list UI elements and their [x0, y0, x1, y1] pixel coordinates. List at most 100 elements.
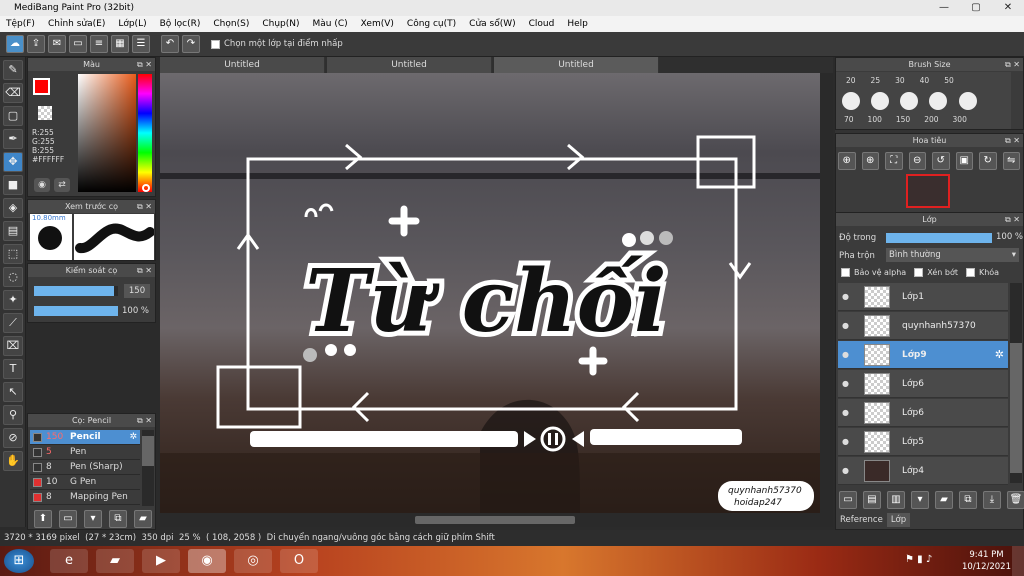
layer-row[interactable]: ● Lớp4 — [838, 457, 1008, 485]
menu-filter[interactable]: Bộ lọc(R) — [160, 19, 201, 29]
layer-row[interactable]: ● quynhanh57370 — [838, 312, 1008, 340]
grid-icon[interactable]: ▦ — [111, 35, 129, 53]
maximize-button[interactable]: ▢ — [960, 0, 992, 16]
brush-size-70[interactable]: 70 — [844, 115, 854, 124]
delete-icon[interactable]: 🗑 — [1007, 491, 1024, 509]
eye-icon[interactable]: ● — [842, 428, 849, 456]
share-icon[interactable]: ⇪ — [27, 35, 45, 53]
panel-close-icon[interactable]: ⧉ ✕ — [137, 58, 152, 71]
brush-item-pen[interactable]: 5 Pen — [30, 445, 140, 460]
transparent-swatch[interactable] — [38, 106, 52, 120]
tab-untitled-2[interactable]: Untitled — [327, 57, 492, 73]
folder-icon[interactable]: ▰ — [134, 510, 152, 528]
brush-size-20[interactable]: 20 — [846, 76, 856, 85]
brush-size-30[interactable]: 30 — [895, 76, 905, 85]
brush-size-100[interactable]: 100 — [868, 115, 882, 124]
gear-icon[interactable]: ✲ — [129, 430, 137, 445]
brush-size-value[interactable]: 150 — [124, 284, 150, 298]
opera-icon[interactable]: O — [280, 549, 318, 573]
brush-item-g-pen[interactable]: 10 G Pen — [30, 475, 140, 490]
eye-icon[interactable]: ● — [842, 370, 849, 398]
close-button[interactable]: ✕ — [992, 0, 1024, 16]
cloud-icon[interactable]: ☁ — [6, 35, 24, 53]
magic-wand-icon[interactable]: ✦ — [3, 290, 23, 310]
fill-rect-icon[interactable]: ■ — [3, 175, 23, 195]
new-brush-icon[interactable]: ▭ — [59, 510, 77, 528]
brush-size-40[interactable]: 40 — [920, 76, 930, 85]
duplicate-icon[interactable]: ⧉ — [959, 491, 977, 509]
menu-view[interactable]: Xem(V) — [361, 19, 394, 29]
menu-select[interactable]: Chọn(S) — [213, 19, 249, 29]
rect-tool-icon[interactable]: ▢ — [3, 106, 23, 126]
hue-handle[interactable] — [142, 184, 150, 192]
swap-color-icon[interactable]: ⇄ — [54, 178, 70, 192]
tray-icons[interactable]: ⚑ ▮ ♪ — [905, 554, 932, 565]
brush-list-scrollbar[interactable] — [142, 430, 154, 506]
move-tool-icon[interactable]: ✥ — [3, 152, 23, 172]
primary-color-swatch[interactable] — [33, 78, 50, 95]
lock-checkbox[interactable] — [965, 268, 975, 277]
menu-file[interactable]: Tệp(F) — [6, 19, 35, 29]
zoom-in-icon[interactable]: ⊕ — [838, 152, 856, 170]
operation-icon[interactable]: ↖ — [3, 382, 23, 402]
brush-tool-icon[interactable]: ✎ — [3, 60, 23, 80]
eye-icon[interactable]: ● — [842, 341, 849, 369]
hue-slider[interactable] — [138, 74, 152, 192]
copy-brush-icon[interactable]: ⧉ — [109, 510, 127, 528]
tab-layer[interactable]: Lớp — [886, 513, 911, 527]
brush-size-300[interactable]: 300 — [953, 115, 967, 124]
brush-menu-icon[interactable]: ▾ — [84, 510, 102, 528]
comment-icon[interactable]: ✉ — [48, 35, 66, 53]
eye-icon[interactable]: ● — [842, 457, 849, 485]
hand-icon[interactable]: ✋ — [3, 451, 23, 471]
vertical-scrollbar[interactable] — [820, 73, 833, 513]
panel-close-icon[interactable]: ⧉ ✕ — [137, 264, 152, 277]
tab-untitled-1[interactable]: Untitled — [160, 57, 325, 73]
undo-icon[interactable]: ↶ — [161, 35, 179, 53]
eyedropper-icon[interactable]: ⚲ — [3, 405, 23, 425]
tab-reference[interactable]: Reference — [836, 513, 887, 527]
brush-size-25[interactable]: 25 — [871, 76, 881, 85]
brush-size-slider[interactable] — [34, 286, 118, 296]
fit-icon[interactable]: ⛶ — [885, 152, 903, 170]
ie-icon[interactable]: e — [50, 549, 88, 573]
zoom-in-alt-icon[interactable]: ⊕ — [861, 152, 879, 170]
menu-snap[interactable]: Chụp(N) — [262, 19, 299, 29]
palette-icon[interactable]: ◉ — [34, 178, 50, 192]
media-player-icon[interactable]: ▶ — [142, 549, 180, 573]
layer-row-selected[interactable]: ● Lớp9 ✲ — [838, 341, 1008, 369]
eye-icon[interactable]: ● — [842, 312, 849, 340]
new-layer-icon[interactable]: ▭ — [839, 491, 857, 509]
start-button-icon[interactable]: ⊞ — [4, 549, 34, 573]
lasso-icon[interactable]: ◌ — [3, 267, 23, 287]
navigator-thumbnail[interactable] — [906, 174, 950, 208]
text-tool-icon[interactable]: T — [3, 359, 23, 379]
fullscreen-icon[interactable]: ▣ — [955, 152, 973, 170]
page-icon[interactable]: ▭ — [69, 35, 87, 53]
horizontal-scrollbar[interactable] — [160, 513, 833, 527]
show-desktop-button[interactable] — [1012, 546, 1024, 576]
drawing-canvas[interactable]: Từ chối quynhanh57370 hoidap247 — [160, 73, 820, 513]
clipping-checkbox[interactable] — [914, 268, 924, 277]
layer-menu-icon[interactable]: ▾ — [911, 491, 929, 509]
eraser-tool-icon[interactable]: ⌫ — [3, 83, 23, 103]
panel-close-icon[interactable]: ⧉ ✕ — [137, 200, 152, 213]
layer-opacity-slider[interactable] — [886, 233, 992, 243]
folder-icon[interactable]: ▰ — [935, 491, 953, 509]
gear-icon[interactable]: ✲ — [995, 341, 1004, 369]
blend-mode-select[interactable]: Bình thường ▾ — [886, 248, 1019, 262]
panel-close-icon[interactable]: ⧉ ✕ — [1005, 213, 1020, 226]
select-layer-checkbox[interactable] — [211, 39, 220, 49]
brush-size-150[interactable]: 150 — [896, 115, 910, 124]
panel-close-icon[interactable]: ⧉ ✕ — [1005, 58, 1020, 71]
eye-icon[interactable]: ● — [842, 399, 849, 427]
brush-size-50[interactable]: 50 — [944, 76, 954, 85]
chrome-icon[interactable]: ◎ — [234, 549, 272, 573]
layer-scrollbar[interactable] — [1010, 283, 1022, 483]
brush-dot-70[interactable] — [842, 92, 860, 110]
eye-icon[interactable]: ● — [842, 283, 849, 311]
brush-item-pencil[interactable]: 150 Pencil ✲ — [30, 430, 140, 445]
list-icon[interactable]: ☰ — [132, 35, 150, 53]
select-eraser-icon[interactable]: ⌧ — [3, 336, 23, 356]
protect-alpha-checkbox[interactable] — [841, 268, 850, 277]
